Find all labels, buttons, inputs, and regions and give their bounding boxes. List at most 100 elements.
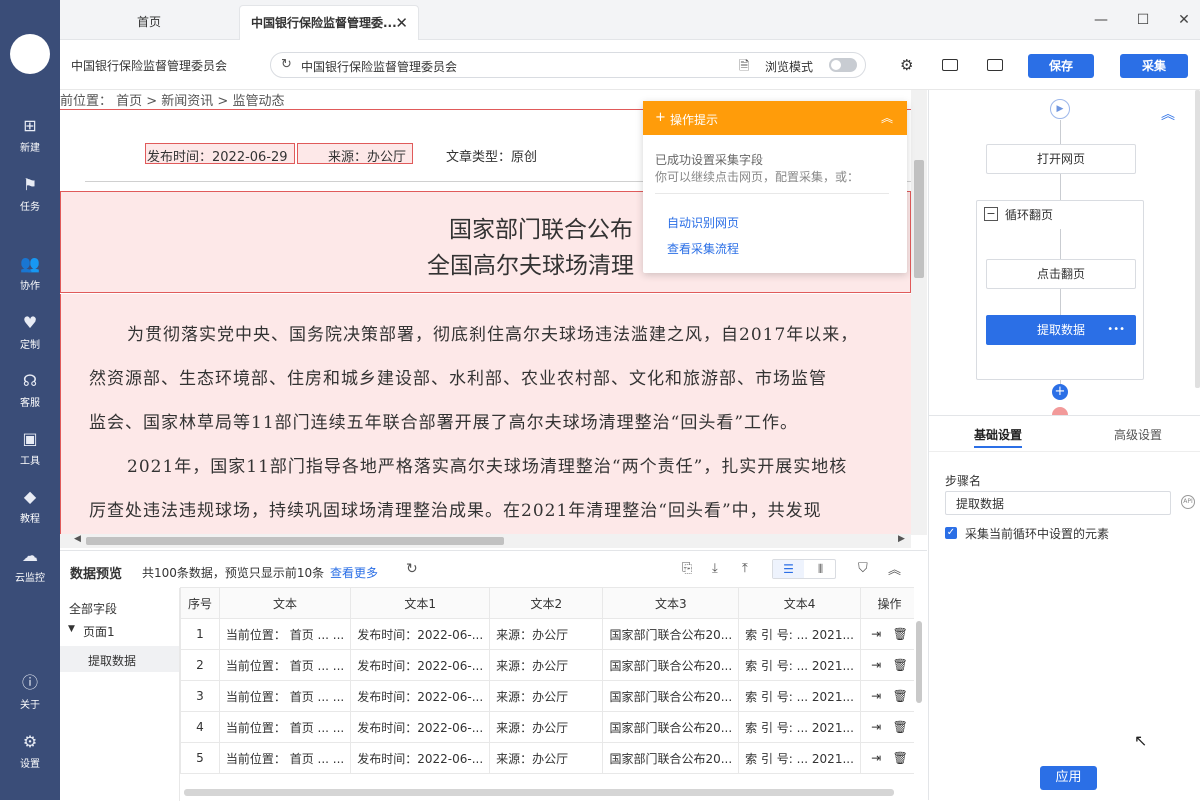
sidebar-item-custom[interactable]: ♥ 定制 [0,307,60,361]
gear-icon[interactable]: ⚙ [900,56,913,74]
row-actions: ⇥ 🗑 [859,649,914,681]
add-step-icon[interactable]: + [1052,384,1068,400]
sidebar-item-service[interactable]: ☊ 客服 [0,365,60,419]
trash-icon[interactable]: 🗑 [893,658,908,672]
upload-icon[interactable]: ⤒ [742,561,748,576]
sidebar-item-about[interactable]: ⓘ 关于 [0,667,60,721]
plus-icon: + [655,110,666,125]
close-icon[interactable]: ✕ [395,6,408,40]
view-flow-link[interactable]: 查看采集流程 [667,240,739,257]
tab-active-page[interactable]: 中国银行保险监督管理委... ✕ [239,5,419,40]
trash-icon[interactable]: 🗑 [893,720,908,734]
paragraph-line: 为贯彻落实党中央、国务院决策部署，彻底刹住高尔夫球场违法滥建之风，自2017年以… [127,325,859,345]
column-header[interactable]: 文本2 [489,587,604,619]
collect-button[interactable]: 采集 [1120,54,1188,78]
table-vertical-scrollbar[interactable] [916,621,922,703]
tab-basic-settings[interactable]: 基础设置 [974,426,1022,443]
filter-icon[interactable]: ⛉ [858,561,868,576]
tip-title: 操作提示 [670,113,719,127]
publish-time-highlight[interactable]: 发布时间：2022-06-29 [145,143,295,165]
flow-step-extract[interactable]: 提取数据 ••• [986,315,1136,345]
auto-detect-link[interactable]: 自动识别网页 [667,214,739,231]
cell-index: 3 [180,680,220,712]
sidebar-item-settings[interactable]: ⚙ 设置 [0,726,60,780]
column-header[interactable]: 文本1 [350,587,491,619]
export-icon[interactable]: ⎘ [682,561,692,576]
vertical-scrollbar[interactable] [911,90,927,535]
tree-extract-item[interactable]: 提取数据 [60,646,179,672]
flow-step-open-page[interactable]: 打开网页 [986,144,1136,174]
minimize-icon[interactable]: — [1089,8,1113,32]
scrollbar-thumb[interactable] [86,537,504,545]
trash-icon[interactable]: 🗑 [893,627,908,641]
play-icon[interactable]: ▶ [1050,99,1070,119]
column-header[interactable]: 文本4 [738,587,861,619]
tip-text: 已成功设置采集字段 [655,153,764,167]
tree-page-item[interactable]: 页面1 [83,623,115,640]
chevron-up-icon[interactable]: ︽ [881,109,893,126]
users-icon: 👥 [20,254,40,273]
table-horizontal-scrollbar[interactable] [184,789,894,796]
apply-button[interactable]: 应用 [1040,766,1097,790]
avatar[interactable] [10,34,50,74]
window-close-icon[interactable]: ✕ [1172,8,1196,32]
flow-step-click-page[interactable]: 点击翻页 [986,259,1136,289]
browse-mode-toggle[interactable] [829,58,857,72]
end-icon [1052,407,1068,415]
jump-icon[interactable]: ⇥ [871,751,881,765]
download-icon[interactable]: ⤓ [712,561,718,576]
source-highlight[interactable]: 来源：办公厅 [297,143,413,165]
refresh-icon[interactable]: ↻ [406,561,418,577]
panel-right-icon[interactable] [987,59,1003,71]
scrollbar-thumb[interactable] [914,160,924,278]
flow-loop-container[interactable]: − 循环翻页 点击翻页 提取数据 ••• [976,200,1144,380]
list-view-icon[interactable]: ☰ [773,560,804,578]
tab-home[interactable]: 首页 [80,5,218,40]
all-fields-label[interactable]: 全部字段 [69,600,117,617]
chevron-up-icon[interactable]: ︽ [888,559,901,578]
collapse-up-icon[interactable]: ︽ [1161,104,1175,124]
caret-down-icon[interactable]: ▼ [68,624,75,634]
more-icon[interactable]: ••• [1107,316,1125,344]
save-button[interactable]: 保存 [1028,54,1094,78]
column-header[interactable]: 文本3 [602,587,740,619]
trash-icon[interactable]: 🗑 [893,751,908,765]
sidebar-item-collab[interactable]: 👥 协作 [0,248,60,302]
collect-loop-checkbox[interactable]: ✓ [945,527,957,539]
tip-header[interactable]: + 操作提示 ︽ [643,101,907,135]
tab-label: 首页 [136,15,161,29]
maximize-icon[interactable]: ☐ [1131,8,1155,32]
document-icon[interactable]: 🗎 [739,57,749,79]
table-cell: 索 引 号: ... 2021... [738,680,861,712]
gear-icon: ⚙ [22,732,38,751]
sidebar-item-new[interactable]: ⊞ 新建 [0,110,60,164]
refresh-icon[interactable]: ↻ [281,57,292,72]
content-highlight[interactable]: 为贯彻落实党中央、国务院决策部署，彻底刹住高尔夫球场违法滥建之风，自2017年以… [60,294,911,548]
jump-icon[interactable]: ⇥ [871,720,881,734]
scroll-left-icon[interactable]: ◀ [74,534,81,544]
flow-scrollbar[interactable] [1195,90,1200,388]
horizontal-scrollbar[interactable]: ◀ ▶ [60,534,911,548]
jump-icon[interactable]: ⇥ [871,658,881,672]
sidebar-item-tutorial[interactable]: ◆ 教程 [0,481,60,535]
sidebar-item-tools[interactable]: ▣ 工具 [0,423,60,477]
trash-icon[interactable]: 🗑 [893,689,908,703]
sidebar-item-tasks[interactable]: ⚑ 任务 [0,169,60,223]
tab-advanced-settings[interactable]: 高级设置 [1114,426,1162,443]
paragraph-line: 监会、国家林草局等11部门连续五年联合部署开展了高尔夫球场清理整治“回头看”工作… [89,413,799,433]
cloud-monitor-icon: ☁ [22,546,38,565]
panel-bottom-icon[interactable] [942,59,958,71]
jump-icon[interactable]: ⇥ [871,627,881,641]
api-icon[interactable]: API [1181,495,1195,509]
settings-panel: 基础设置 高级设置 步骤名 API ✓ 采集当前循环中设置的元素 ↖ 应用 [928,415,1200,800]
scroll-right-icon[interactable]: ▶ [898,534,905,544]
collapse-minus-icon[interactable]: − [984,207,998,221]
jump-icon[interactable]: ⇥ [871,689,881,703]
column-view-icon[interactable]: ⦀ [805,560,836,578]
url-bar[interactable]: ↻ 中国银行保险监督管理委员会 🗎 浏览模式 [270,52,866,78]
column-header[interactable]: 文本 [218,587,352,619]
sidebar-item-cloud[interactable]: ☁ 云监控 [0,540,60,594]
table-cell: 当前位置： 首页 ... ... [218,711,352,743]
view-more-link[interactable]: 查看更多 [330,564,378,581]
step-name-input[interactable] [945,491,1171,515]
